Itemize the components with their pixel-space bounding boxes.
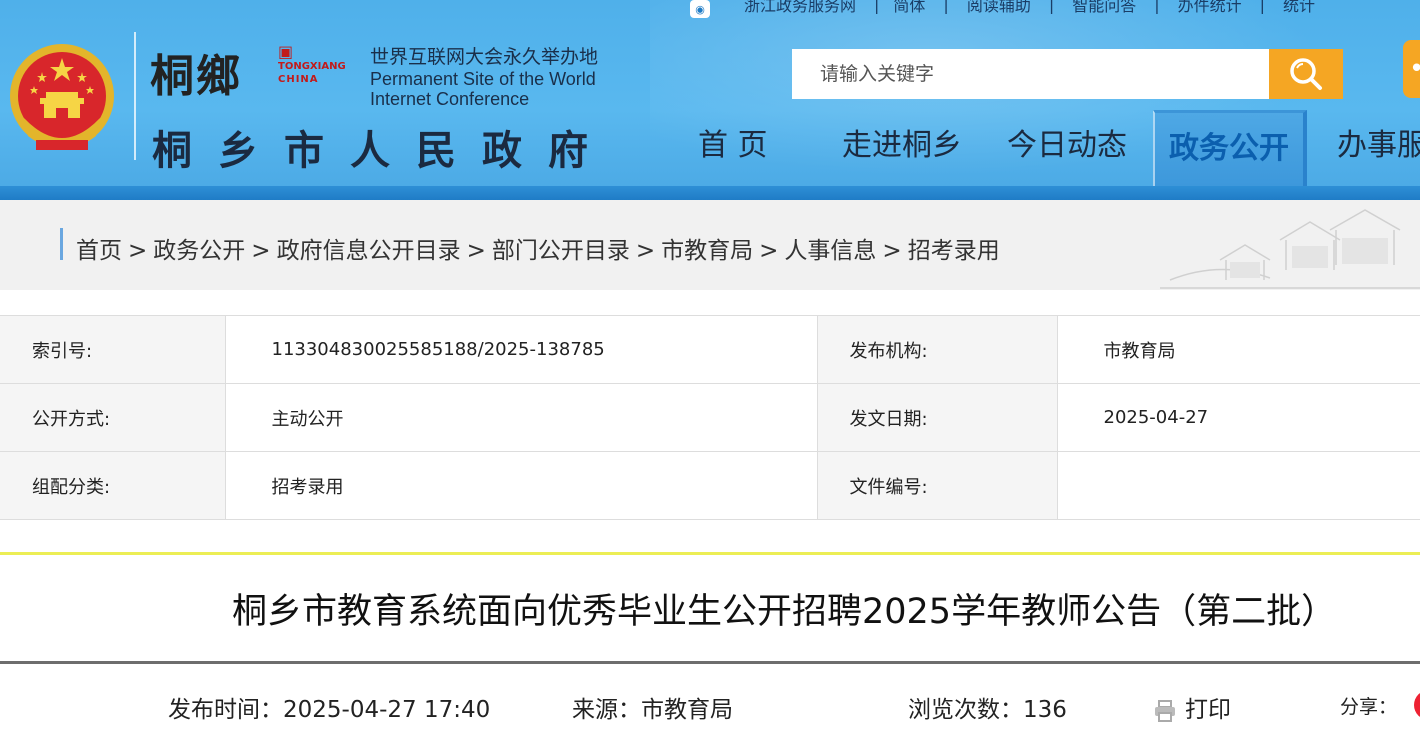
tongxiang-mark-line2: CHINA — [278, 74, 319, 85]
publish-time: 发布时间：2025-04-27 17:40 — [168, 697, 491, 723]
nav-services[interactable]: 办事服 — [1337, 110, 1420, 186]
tongxiang-mark-line1: TONGXIANG — [278, 61, 346, 72]
meta-value-publisher: 市教育局 — [1056, 315, 1420, 384]
search-icon — [1290, 58, 1322, 90]
breadcrumb-gov-affairs[interactable]: 政务公开 — [153, 238, 245, 264]
article-title-block: 桐乡市教育系统面向优秀毕业生公开招聘2025学年教师公告（第二批） — [0, 552, 1420, 664]
breadcrumb-separator: > — [251, 238, 271, 264]
meta-label-open-mode: 公开方式: — [0, 383, 225, 452]
zhejiang-service-icon[interactable]: ◉ — [690, 0, 710, 18]
breadcrumb-separator: > — [759, 238, 779, 264]
topbar-separator: | — [1259, 0, 1266, 14]
topbar-link-stats[interactable]: 统计 — [1283, 0, 1315, 16]
breadcrumb: 首页 > 政务公开 > 政府信息公开目录 > 部门公开目录 > 市教育局 > 人事信息 > 招考录用 — [76, 231, 1000, 265]
wic-slogan-en-2: Internet Conference — [370, 89, 530, 109]
logo-divider — [134, 32, 136, 160]
breadcrumb-band: 首页 > 政务公开 > 政府信息公开目录 > 部门公开目录 > 市教育局 > 人事信息 > 招考录用 — [0, 200, 1420, 290]
print-label: 打印 — [1185, 697, 1231, 723]
wic-slogan-en-1: Permanent Site of the World — [370, 69, 596, 89]
view-count: 浏览次数：136 — [908, 697, 1067, 723]
tongxiang-mark: ▣ TONGXIANG CHINA — [278, 44, 346, 86]
topbar-link-accessibility[interactable]: 阅读辅助 — [967, 0, 1031, 16]
share-weibo-icon[interactable] — [1414, 690, 1420, 720]
corner-service-badge[interactable]: • — [1403, 40, 1420, 98]
breadcrumb-personnel-info[interactable]: 人事信息 — [784, 238, 876, 264]
topbar-separator: | — [1154, 0, 1160, 14]
printer-icon — [1155, 699, 1175, 722]
breadcrumb-separator: > — [466, 238, 486, 264]
topbar-link-zjzwfw[interactable]: 浙江政务服务网 — [744, 0, 856, 16]
meta-label-date: 发文日期: — [816, 383, 1057, 452]
meta-label-doc-no: 文件编号: — [816, 451, 1057, 520]
topbar-separator: | — [943, 0, 949, 14]
breadcrumb-separator: > — [635, 238, 656, 264]
print-button[interactable]: 打印 — [1153, 690, 1231, 724]
meta-row: 组配分类: 招考录用 文件编号: — [0, 451, 1420, 520]
breadcrumb-accent-bar — [60, 228, 63, 260]
article-title: 桐乡市教育系统面向优秀毕业生公开招聘2025学年教师公告（第二批） — [232, 592, 1337, 632]
breadcrumb-home[interactable]: 首页 — [76, 238, 122, 264]
breadcrumb-separator: > — [882, 238, 902, 264]
header-bottom-stripe — [0, 186, 1420, 200]
meta-label-publisher: 发布机构: — [816, 315, 1057, 384]
topbar-link-smart-qa[interactable]: 智能问答 — [1072, 0, 1136, 16]
topbar-separator: | — [1048, 0, 1055, 14]
meta-value-doc-no — [1056, 451, 1420, 520]
share-label: 分享： — [1340, 696, 1398, 718]
meta-value-date: 2025-04-27 — [1056, 383, 1420, 452]
tongxiang-mark-seal-icon: ▣ — [278, 42, 294, 61]
meta-value-index: 113304830025585188/2025-138785 — [224, 315, 817, 384]
topbar-separator: | — [874, 0, 880, 14]
wic-slogan: 世界互联网大会永久举办地 Permanent Site of the World… — [370, 42, 598, 109]
nav-today-news[interactable]: 今日动态 — [1007, 110, 1127, 186]
site-header: ◉ 浙江政务服务网 | 简体 | 阅读辅助 | 智能问答 | 办件统计 | 统计… — [0, 0, 1420, 200]
breadcrumb-dept-catalog[interactable]: 部门公开目录 — [492, 238, 630, 264]
breadcrumb-recruitment[interactable]: 招考录用 — [908, 238, 1000, 264]
meta-label-category: 组配分类: — [0, 451, 225, 520]
tongxiang-calligraphy-logo: 桐鄉 — [150, 51, 242, 102]
nav-gov-affairs-open[interactable]: 政务公开 — [1153, 110, 1307, 186]
meta-row: 公开方式: 主动公开 发文日期: 2025-04-27 — [0, 383, 1420, 452]
breadcrumb-separator: > — [128, 238, 148, 264]
document-meta-table: 索引号: 113304830025585188/2025-138785 发布机构… — [0, 315, 1420, 520]
topbar-link-simplified[interactable]: 简体 — [893, 0, 925, 16]
wic-slogan-cn: 世界互联网大会永久举办地 — [370, 46, 599, 68]
meta-label-index: 索引号: — [0, 315, 225, 384]
top-utility-bar: ◉ 浙江政务服务网 | 简体 | 阅读辅助 | 智能问答 | 办件统计 | 统计 — [690, 0, 1315, 18]
topbar-link-case-stats[interactable]: 办件统计 — [1178, 0, 1242, 16]
article-info-bar: 发布时间：2025-04-27 17:40 来源：市教育局 浏览次数：136 打… — [0, 690, 1420, 730]
nav-home[interactable]: 首 页 — [698, 110, 768, 186]
national-emblem-icon[interactable] — [6, 40, 118, 160]
meta-value-category: 招考录用 — [224, 451, 817, 520]
search-input[interactable] — [792, 49, 1269, 99]
breadcrumb-info-catalog[interactable]: 政府信息公开目录 — [277, 238, 461, 264]
nav-about-tongxiang[interactable]: 走进桐乡 — [842, 110, 962, 186]
meta-row: 索引号: 113304830025585188/2025-138785 发布机构… — [0, 315, 1420, 384]
article-source: 来源：市教育局 — [572, 697, 733, 723]
search-button[interactable] — [1269, 49, 1343, 99]
meta-value-open-mode: 主动公开 — [224, 383, 817, 452]
breadcrumb-education-bureau[interactable]: 市教育局 — [661, 238, 753, 264]
site-name[interactable]: 桐乡市人民政府 — [152, 118, 614, 176]
water-town-illustration — [1160, 209, 1420, 289]
